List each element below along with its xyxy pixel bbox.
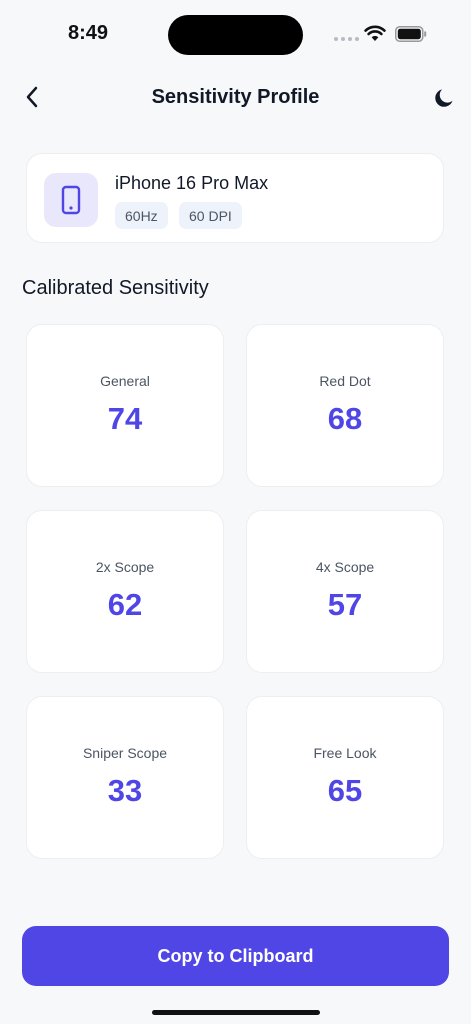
sensitivity-card-2x-scope: 2x Scope 62 <box>26 510 224 673</box>
device-name: iPhone 16 Pro Max <box>115 173 269 193</box>
theme-toggle-button[interactable] <box>430 84 458 112</box>
smartphone-icon <box>61 185 81 215</box>
section-title: Calibrated Sensitivity <box>22 277 209 299</box>
device-card: iPhone 16 Pro Max 60Hz 60 DPI <box>26 153 444 243</box>
sensitivity-value: 33 <box>107 773 143 808</box>
sensitivity-label: Free Look <box>313 745 377 761</box>
moon-icon <box>435 89 453 107</box>
sensitivity-label: 2x Scope <box>95 559 155 575</box>
sensitivity-card-general: General 74 <box>26 324 224 487</box>
sensitivity-card-red-dot: Red Dot 68 <box>246 324 444 487</box>
sensitivity-label: Sniper Scope <box>82 745 168 761</box>
battery-icon <box>395 26 427 42</box>
status-bar: 8:49 <box>0 0 471 66</box>
sensitivity-card-4x-scope: 4x Scope 57 <box>246 510 444 673</box>
dpi-badge: 60 DPI <box>179 202 242 229</box>
sensitivity-label: Red Dot <box>319 373 371 389</box>
sensitivity-value: 62 <box>107 587 143 622</box>
status-time: 8:49 <box>68 22 109 44</box>
sensitivity-value: 65 <box>327 773 363 808</box>
sensitivity-card-free-look: Free Look 65 <box>246 696 444 859</box>
wifi-icon <box>364 24 386 47</box>
sensitivity-card-sniper-scope: Sniper Scope 33 <box>26 696 224 859</box>
sensitivity-label: 4x Scope <box>315 559 375 575</box>
sensitivity-value: 74 <box>107 401 143 436</box>
screen: 8:49 Sensitivity Profile iPhone 16 Pro M… <box>0 0 471 1024</box>
sensitivity-value: 68 <box>327 401 363 436</box>
home-indicator[interactable] <box>152 1010 320 1015</box>
cellular-signal-icon <box>334 37 359 41</box>
refresh-rate-badge: 60Hz <box>115 202 168 229</box>
nav-bar: Sensitivity Profile <box>0 72 471 122</box>
dynamic-island <box>168 15 303 55</box>
sensitivity-label: General <box>100 373 150 389</box>
sensitivity-value: 57 <box>327 587 363 622</box>
copy-to-clipboard-button[interactable]: Copy to Clipboard <box>22 926 449 986</box>
page-title: Sensitivity Profile <box>151 86 320 108</box>
device-icon-box <box>44 173 98 227</box>
